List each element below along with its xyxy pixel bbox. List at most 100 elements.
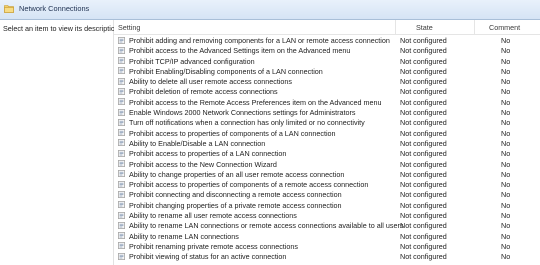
setting-state: Not configured	[400, 221, 447, 231]
column-header-comment[interactable]: Comment	[489, 23, 520, 32]
column-divider[interactable]	[395, 20, 396, 35]
setting-state: Not configured	[400, 211, 447, 221]
table-row[interactable]: Ability to rename LAN connections or rem…	[114, 220, 540, 230]
setting-name: Prohibit access to the New Connection Wi…	[129, 159, 277, 169]
table-row[interactable]: Ability to change properties of an all u…	[114, 169, 540, 179]
policy-setting-icon	[118, 108, 125, 116]
setting-state: Not configured	[400, 149, 447, 159]
setting-state: Not configured	[400, 87, 447, 97]
group-policy-window: Network Connections Select an item to vi…	[0, 0, 540, 265]
setting-comment: No	[501, 138, 511, 148]
policy-setting-icon	[118, 211, 125, 219]
setting-state: Not configured	[400, 200, 447, 210]
setting-comment: No	[501, 241, 511, 251]
column-header-state[interactable]: State	[416, 23, 433, 32]
setting-state: Not configured	[400, 252, 447, 262]
table-row[interactable]: Prohibit access to the New Connection Wi…	[114, 159, 540, 169]
setting-name: Prohibit connecting and disconnecting a …	[129, 190, 342, 200]
setting-name: Prohibit adding and removing components …	[129, 36, 390, 45]
table-row[interactable]: Prohibit access to the Advanced Settings…	[114, 45, 540, 55]
setting-name: Ability to delete all user remote access…	[129, 77, 292, 87]
folder-icon	[4, 5, 14, 13]
setting-comment: No	[501, 36, 511, 45]
setting-name: Prohibit access to properties of compone…	[129, 180, 369, 190]
table-row[interactable]: Prohibit access to properties of compone…	[114, 128, 540, 138]
setting-name: Prohibit changing properties of a privat…	[129, 200, 342, 210]
setting-state: Not configured	[400, 77, 447, 87]
column-header-row: Setting State Comment	[114, 20, 540, 35]
policy-setting-icon	[118, 252, 125, 260]
setting-comment: No	[501, 200, 511, 210]
setting-name: Prohibit Enabling/Disabling components o…	[129, 66, 323, 76]
setting-comment: No	[501, 169, 511, 179]
setting-comment: No	[501, 159, 511, 169]
setting-name: Prohibit viewing of status for an active…	[129, 252, 287, 262]
setting-comment: No	[501, 231, 511, 241]
setting-state: Not configured	[400, 56, 447, 66]
policy-setting-icon	[118, 191, 125, 198]
title-bar: Network Connections	[0, 0, 540, 20]
policy-setting-icon	[118, 67, 125, 75]
table-row[interactable]: Prohibit deletion of remote access conne…	[114, 86, 540, 96]
table-row[interactable]: Prohibit TCP/IP advanced configuration No…	[114, 56, 540, 66]
setting-name: Prohibit TCP/IP advanced configuration	[129, 56, 255, 66]
setting-name: Ability to Enable/Disable a LAN connecti…	[129, 138, 266, 148]
setting-state: Not configured	[400, 108, 447, 118]
setting-state: Not configured	[400, 36, 447, 45]
policy-setting-icon	[118, 149, 125, 157]
table-row[interactable]: Enable Windows 2000 Network Connections …	[114, 107, 540, 117]
setting-name: Ability to rename LAN connections or rem…	[129, 221, 404, 231]
setting-comment: No	[501, 56, 511, 66]
setting-comment: No	[501, 252, 511, 262]
setting-comment: No	[501, 97, 511, 107]
policy-setting-icon	[118, 129, 125, 137]
table-row[interactable]: Prohibit adding and removing components …	[114, 35, 540, 45]
description-pane: Select an item to view its description.	[0, 20, 121, 265]
setting-state: Not configured	[400, 169, 447, 179]
setting-state: Not configured	[400, 118, 447, 128]
column-divider[interactable]	[474, 20, 475, 35]
table-row[interactable]: Turn off notifications when a connection…	[114, 117, 540, 127]
setting-name: Prohibit renaming private remote access …	[129, 241, 298, 251]
setting-comment: No	[501, 128, 511, 138]
setting-state: Not configured	[400, 190, 447, 200]
table-row[interactable]: Ability to rename LAN connections Not con…	[114, 231, 540, 241]
policy-setting-icon	[118, 201, 125, 209]
setting-comment: No	[501, 190, 511, 200]
setting-name: Prohibit access to the Remote Access Pre…	[129, 97, 382, 107]
setting-name: Prohibit access to properties of compone…	[129, 128, 336, 138]
table-row[interactable]: Prohibit access to properties of a LAN c…	[114, 148, 540, 158]
setting-comment: No	[501, 108, 511, 118]
policy-setting-icon	[118, 46, 125, 54]
table-row[interactable]: Prohibit renaming private remote access …	[114, 241, 540, 251]
table-row[interactable]: Prohibit Enabling/Disabling components o…	[114, 66, 540, 76]
table-row[interactable]: Prohibit changing properties of a privat…	[114, 200, 540, 210]
settings-list[interactable]: Setting State Comment Prohibit adding an…	[114, 20, 540, 265]
policy-setting-icon	[118, 232, 125, 240]
policy-setting-icon	[118, 242, 125, 250]
setting-comment: No	[501, 46, 511, 56]
table-row[interactable]: Prohibit access to properties of compone…	[114, 179, 540, 189]
setting-state: Not configured	[400, 180, 447, 190]
setting-comment: No	[501, 66, 511, 76]
column-header-setting[interactable]: Setting	[118, 23, 140, 32]
table-row[interactable]: Ability to rename all user remote access…	[114, 210, 540, 220]
policy-setting-icon	[118, 118, 125, 126]
policy-setting-icon	[118, 221, 125, 229]
table-row[interactable]: Prohibit viewing of status for an active…	[114, 251, 540, 261]
setting-name: Ability to rename all user remote access…	[129, 211, 297, 221]
setting-state: Not configured	[400, 159, 447, 169]
setting-comment: No	[501, 221, 511, 231]
setting-comment: No	[501, 118, 511, 128]
setting-name: Prohibit access to properties of a LAN c…	[129, 149, 287, 159]
policy-setting-icon	[118, 88, 125, 95]
setting-state: Not configured	[400, 97, 447, 107]
policy-setting-icon	[118, 170, 125, 178]
table-row[interactable]: Ability to Enable/Disable a LAN connecti…	[114, 138, 540, 148]
table-row[interactable]: Ability to delete all user remote access…	[114, 76, 540, 86]
table-row[interactable]: Prohibit access to the Remote Access Pre…	[114, 97, 540, 107]
window-title: Network Connections	[19, 4, 90, 13]
setting-comment: No	[501, 211, 511, 221]
table-row[interactable]: Prohibit connecting and disconnecting a …	[114, 189, 540, 199]
policy-setting-icon	[118, 36, 125, 44]
